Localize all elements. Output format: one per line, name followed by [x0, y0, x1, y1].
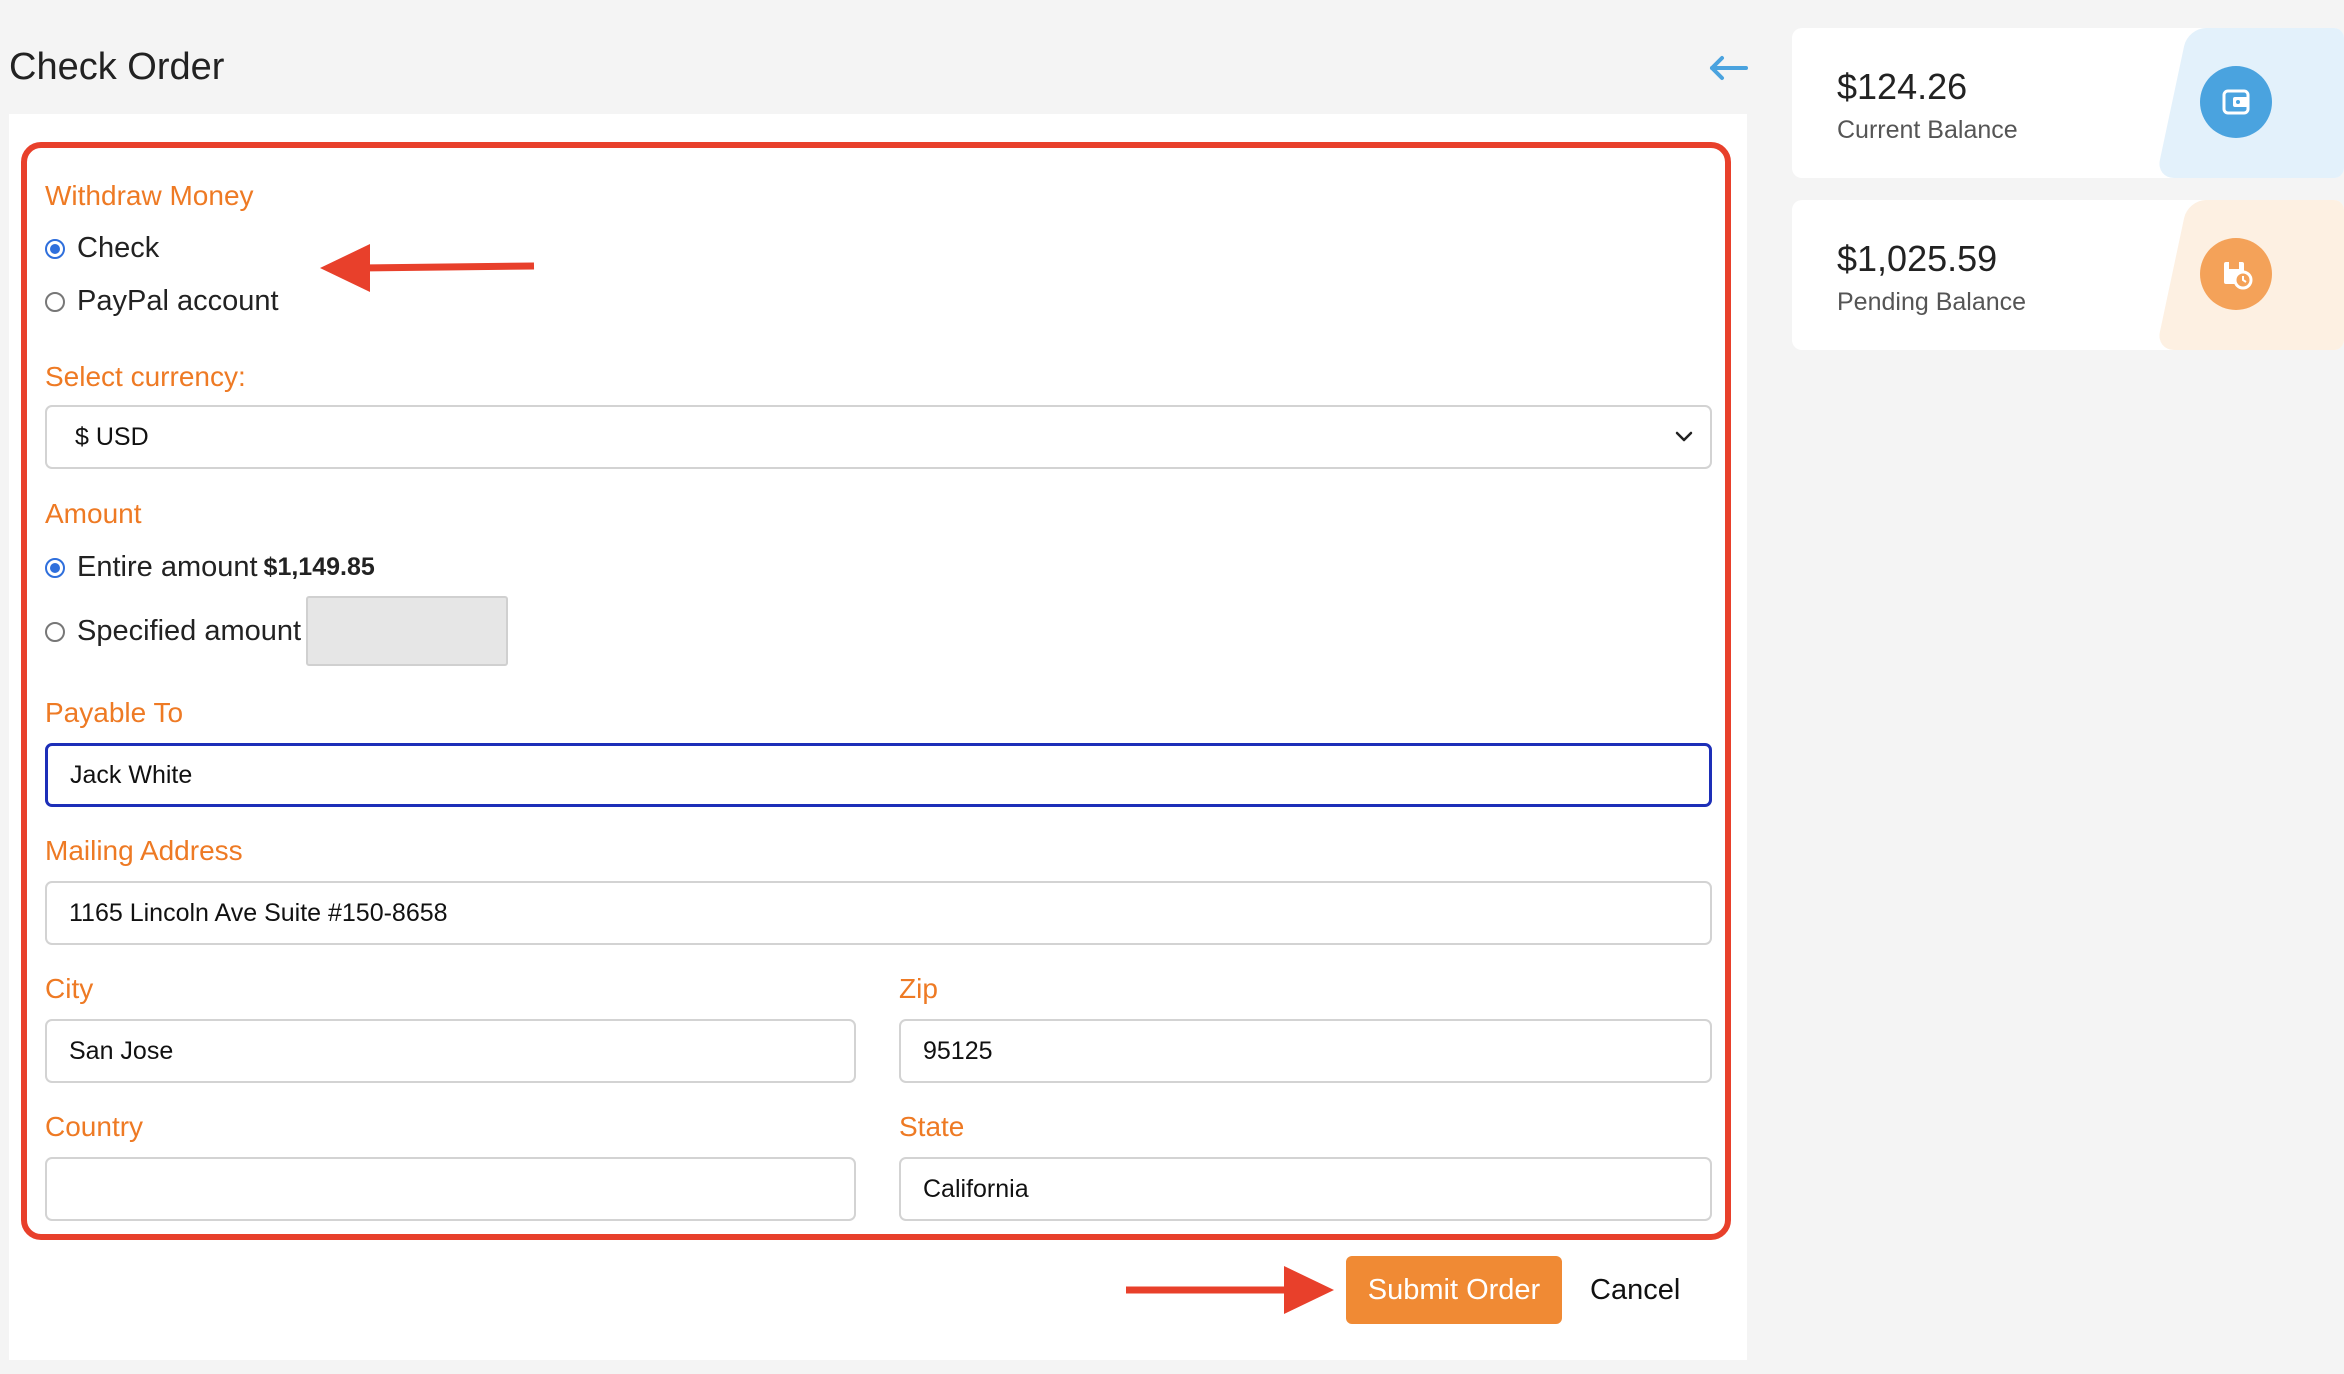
mailing-address-input[interactable]: 1165 Lincoln Ave Suite #150-8658: [45, 881, 1712, 945]
radio-option-specified-amount[interactable]: Specified amount: [45, 615, 301, 648]
paypal-radio[interactable]: [45, 291, 65, 312]
wallet-icon: [2200, 66, 2272, 138]
zip-label: Zip: [899, 973, 938, 1004]
back-arrow-icon[interactable]: [1706, 48, 1750, 88]
pending-balance-card: $1,025.59 Pending Balance: [1792, 200, 2344, 350]
current-balance-amount: $124.26: [1837, 66, 1968, 107]
specified-amount-input[interactable]: [306, 596, 508, 666]
page-title: Check Order: [9, 46, 225, 88]
state-input[interactable]: California: [899, 1157, 1712, 1221]
state-value: California: [923, 1174, 1029, 1203]
pending-balance-label: Pending Balance: [1837, 288, 2027, 316]
mailing-address-label: Mailing Address: [45, 835, 243, 866]
radio-option-paypal[interactable]: PayPal account: [45, 285, 279, 318]
radio-option-check[interactable]: Check: [45, 232, 159, 265]
country-label: Country: [45, 1111, 144, 1142]
submit-order-button[interactable]: Submit Order: [1346, 1256, 1562, 1324]
specified-amount-label: Specified amount: [77, 615, 302, 647]
mailing-address-value: 1165 Lincoln Ave Suite #150-8658: [69, 898, 448, 927]
pending-balance-amount: $1,025.59: [1837, 238, 1998, 279]
country-input[interactable]: [45, 1157, 856, 1221]
chevron-down-icon: [1675, 431, 1693, 442]
withdraw-money-label: Withdraw Money: [45, 180, 254, 211]
payable-to-label: Payable To: [45, 697, 184, 728]
city-value: San Jose: [69, 1036, 174, 1065]
currency-select-value: $ USD: [75, 422, 149, 451]
amount-label: Amount: [45, 498, 142, 529]
payable-to-input[interactable]: Jack White: [45, 743, 1712, 807]
paypal-radio-label: PayPal account: [77, 285, 279, 317]
annotation-arrow-right-icon: [1126, 1266, 1334, 1314]
pending-clock-icon: [2200, 238, 2272, 310]
city-label: City: [45, 973, 94, 1004]
check-radio[interactable]: [45, 238, 65, 259]
current-balance-card: $124.26 Current Balance: [1792, 28, 2344, 178]
state-label: State: [899, 1111, 965, 1142]
check-order-page: Check Order Withdraw Money Check PayPal …: [0, 0, 2344, 1374]
annotation-arrow-left-icon: [320, 244, 535, 292]
specified-amount-radio[interactable]: [45, 621, 65, 642]
payable-to-value: Jack White: [70, 760, 193, 789]
entire-amount-value: $1,149.85: [263, 553, 375, 581]
zip-input[interactable]: 95125: [899, 1019, 1712, 1083]
check-radio-label: Check: [77, 232, 160, 264]
zip-value: 95125: [923, 1036, 993, 1065]
city-input[interactable]: San Jose: [45, 1019, 856, 1083]
radio-option-entire-amount[interactable]: Entire amount $1,149.85: [45, 551, 375, 584]
currency-select[interactable]: $ USD: [45, 405, 1712, 469]
entire-amount-radio[interactable]: [45, 557, 65, 578]
entire-amount-label: Entire amount: [77, 551, 258, 583]
cancel-button[interactable]: Cancel: [1590, 1256, 1682, 1324]
currency-label: Select currency:: [45, 361, 246, 392]
current-balance-label: Current Balance: [1837, 116, 2018, 144]
